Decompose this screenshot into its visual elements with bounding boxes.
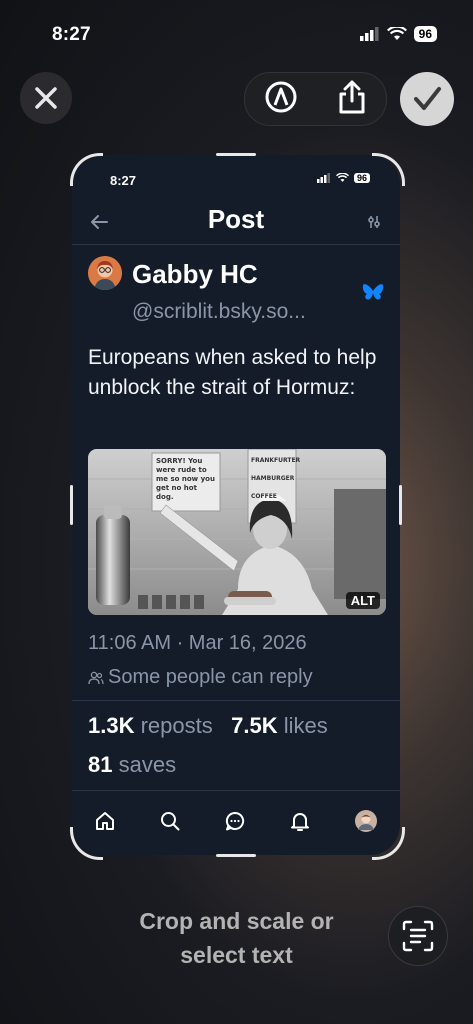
text-recognition-icon [402, 920, 434, 952]
bell-icon[interactable] [289, 810, 311, 832]
likes-count[interactable]: 7.5K [231, 713, 277, 738]
saves-stats: 81 saves [88, 752, 176, 778]
image-sign-text: SORRY! You were rude to me so now you ge… [156, 457, 215, 501]
image-menu-item: COFFEE [251, 493, 277, 500]
saves-label[interactable]: saves [119, 752, 176, 777]
reply-setting: Some people can reply [88, 666, 313, 689]
wifi-icon [335, 173, 349, 182]
reply-setting-label: Some people can reply [108, 666, 313, 688]
image-menu-item: HAMBURGER [251, 475, 295, 482]
people-icon [88, 671, 104, 684]
inner-status-bar: 8:27 96 [72, 155, 400, 201]
crop-corner-bottom-left[interactable] [70, 827, 103, 860]
battery-indicator: 96 [413, 26, 437, 42]
markup-icon [265, 81, 297, 112]
thread-settings-icon[interactable] [366, 214, 382, 230]
hot-dog-stand-photo [88, 449, 386, 615]
image-menu: FRANKFURTER HAMBURGER COFFEE [251, 452, 301, 506]
signal-icon [359, 27, 379, 41]
crop-edge-left[interactable] [70, 485, 73, 525]
status-bar-time: 8:27 [52, 24, 91, 45]
share-button[interactable] [337, 80, 367, 119]
author-name[interactable]: Gabby HC [132, 259, 258, 290]
post-timestamp: 11:06 AM · Mar 16, 2026 [88, 632, 307, 654]
avatar[interactable] [88, 256, 122, 290]
status-bar-icons: 96 [359, 26, 437, 42]
alt-text-badge[interactable]: ALT [345, 592, 380, 609]
author-handle[interactable]: @scriblit.bsky.so... [132, 300, 306, 324]
bottom-tab-bar [72, 791, 400, 851]
done-button[interactable] [400, 72, 454, 126]
crop-corner-bottom-right[interactable] [372, 827, 405, 860]
crop-edge-bottom[interactable] [216, 854, 256, 857]
post-header: Post [72, 200, 400, 244]
reposts-label[interactable]: reposts [141, 713, 213, 738]
close-icon [35, 87, 57, 109]
crop-edge-top[interactable] [216, 153, 256, 156]
live-text-button[interactable] [388, 906, 448, 966]
inner-battery-indicator: 96 [353, 173, 370, 183]
share-icon [339, 80, 365, 113]
checkmark-icon [414, 87, 441, 110]
close-button[interactable] [20, 72, 72, 124]
meta-divider [72, 700, 400, 701]
header-divider [72, 244, 400, 245]
signal-icon [316, 173, 330, 183]
post-image[interactable]: SORRY! You were rude to me so now you ge… [88, 449, 386, 615]
inner-status-time: 8:27 [110, 173, 137, 188]
crop-edge-right[interactable] [399, 485, 402, 525]
likes-label[interactable]: likes [284, 713, 328, 738]
engagement-stats: 1.3K reposts 7.5K likes [88, 713, 328, 739]
saves-count[interactable]: 81 [88, 752, 112, 777]
search-icon[interactable] [159, 810, 181, 832]
chat-icon[interactable] [224, 810, 246, 832]
inner-status-icons: 96 [316, 173, 370, 183]
image-menu-item: FRANKFURTER [251, 457, 301, 464]
edit-toolbar [244, 72, 387, 126]
screenshot-preview[interactable]: 8:27 96 Post Gabby HC @scriblit.bsky.so.… [72, 155, 400, 855]
wifi-icon [386, 27, 407, 40]
crop-corner-top-right[interactable] [372, 153, 405, 186]
page-title: Post [207, 204, 265, 234]
verified-butterfly-icon [362, 284, 384, 300]
post-text: Europeans when asked to help unblock the… [88, 346, 377, 399]
markup-button[interactable] [264, 80, 298, 119]
reposts-count[interactable]: 1.3K [88, 713, 134, 738]
